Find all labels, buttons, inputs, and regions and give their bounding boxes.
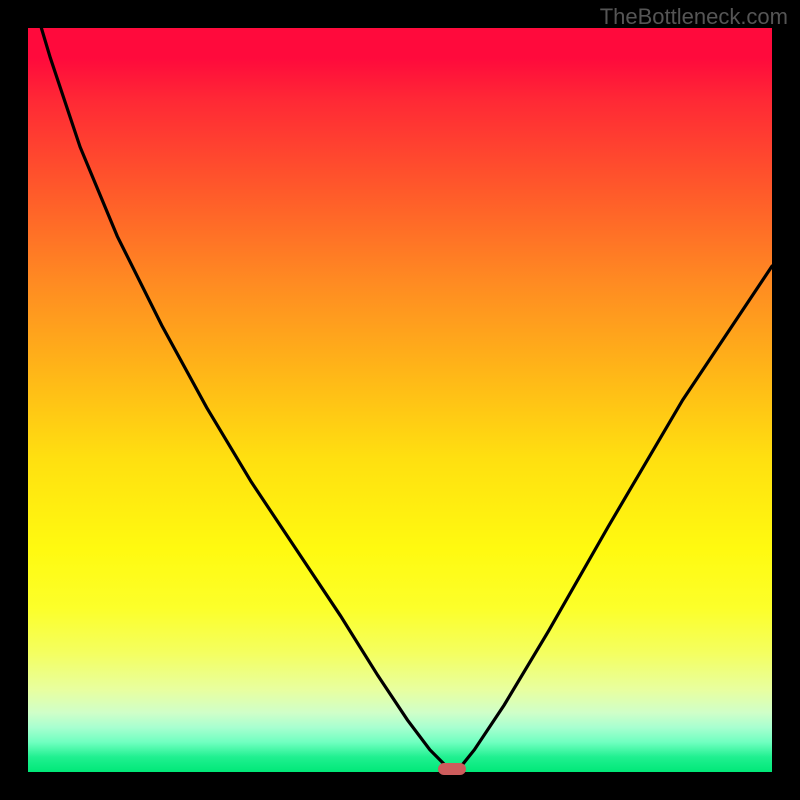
plot-area <box>28 28 772 772</box>
chart-root: TheBottleneck.com <box>0 0 800 800</box>
watermark-text: TheBottleneck.com <box>600 4 788 30</box>
curve-svg <box>28 28 772 772</box>
optimum-marker <box>438 763 466 775</box>
bottleneck-curve-path <box>28 28 772 772</box>
